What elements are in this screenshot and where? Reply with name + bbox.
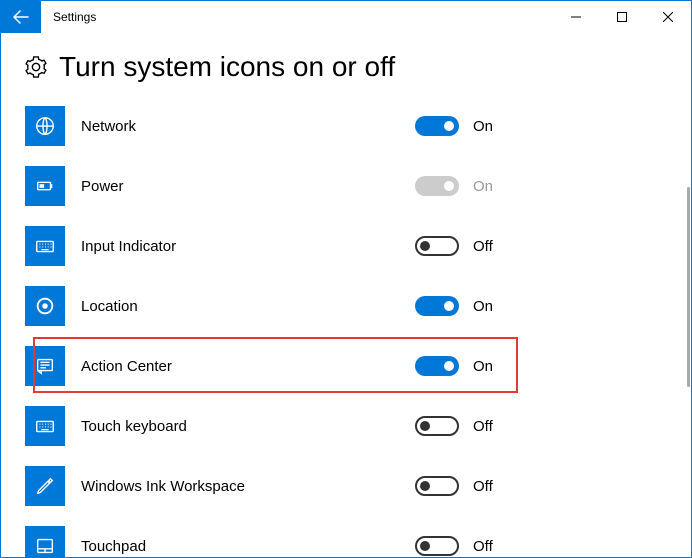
setting-row: Touch keyboard Off [25,403,667,449]
titlebar: Settings [1,1,691,33]
toggle-knob [420,421,430,431]
setting-label: Windows Ink Workspace [81,478,245,495]
minimize-button[interactable] [553,1,599,33]
setting-row: Input Indicator Off [25,223,667,269]
toggle-knob [444,301,454,311]
setting-label: Action Center [81,358,172,375]
arrow-left-icon [13,9,29,25]
toggle-switch[interactable] [415,116,459,136]
maximize-icon [617,12,627,22]
page-title: Turn system icons on or off [59,51,395,83]
setting-label: Touchpad [81,538,146,555]
toggle-zone: On [415,296,493,316]
setting-row: Location On [25,283,667,329]
setting-row: Network On [25,103,667,149]
setting-row: Windows Ink Workspace Off [25,463,667,509]
icon-tile [25,406,65,446]
setting-label: Touch keyboard [81,418,187,435]
toggle-state-label: Off [473,418,493,435]
toggle-state-label: On [473,298,493,315]
toggle-switch[interactable] [415,236,459,256]
toggle-knob [420,541,430,551]
toggle-state-label: Off [473,478,493,495]
setting-label: Input Indicator [81,238,176,255]
icon-tile [25,106,65,146]
keyboard-icon [34,235,56,257]
toggle-knob [444,121,454,131]
setting-row: Touchpad Off [25,523,667,557]
icon-tile [25,286,65,326]
setting-row: Action Center On [25,343,667,389]
page-header: Turn system icons on or off [25,51,667,83]
maximize-button[interactable] [599,1,645,33]
toggle-switch[interactable] [415,296,459,316]
toggle-knob [420,241,430,251]
toggle-zone: Off [415,236,493,256]
window-title: Settings [53,10,96,24]
touchpad-icon [34,535,56,557]
power-icon [34,175,56,197]
toggle-state-label: On [473,358,493,375]
setting-label: Network [81,118,136,135]
touch-keyboard-icon [34,415,56,437]
icon-tile [25,526,65,557]
toggle-knob [444,181,454,191]
toggle-switch [415,176,459,196]
location-icon [34,295,56,317]
gear-icon [25,56,47,78]
minimize-icon [571,12,581,22]
back-button[interactable] [1,1,41,33]
toggle-switch[interactable] [415,476,459,496]
toggle-switch[interactable] [415,416,459,436]
toggle-zone: On [415,116,493,136]
page-content: Turn system icons on or off NetworkOnPow… [1,33,691,557]
toggle-zone: Off [415,476,493,496]
toggle-switch[interactable] [415,536,459,556]
icon-tile [25,346,65,386]
toggle-zone: Off [415,416,493,436]
close-icon [663,12,673,22]
ink-icon [34,475,56,497]
toggle-zone: On [415,356,493,376]
toggle-state-label: On [473,178,493,195]
toggle-state-label: Off [473,538,493,555]
toggle-knob [444,361,454,371]
close-button[interactable] [645,1,691,33]
setting-label: Location [81,298,138,315]
globe-icon [34,115,56,137]
setting-row: Power On [25,163,667,209]
toggle-zone: On [415,176,493,196]
icon-tile [25,226,65,266]
toggle-zone: Off [415,536,493,556]
toggle-state-label: Off [473,238,493,255]
toggle-knob [420,481,430,491]
action-center-icon [34,355,56,377]
icon-tile [25,166,65,206]
setting-label: Power [81,178,124,195]
toggle-state-label: On [473,118,493,135]
scrollbar-thumb[interactable] [687,187,690,387]
window-controls [553,1,691,33]
icon-tile [25,466,65,506]
toggle-switch[interactable] [415,356,459,376]
